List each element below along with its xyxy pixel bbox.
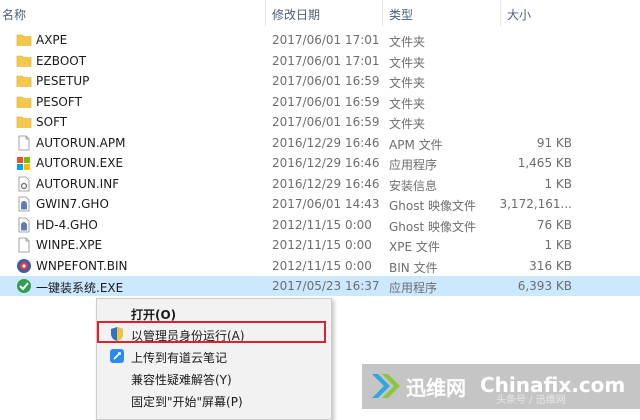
menu-item-label: 固定到"开始"屏幕(P) [131, 395, 243, 409]
watermark-brand-cn: 迅维网 [406, 376, 466, 400]
file-row[interactable]: AXPE 2017/06/01 17:01 文件夹 [0, 30, 640, 50]
file-size: 316 KB [529, 258, 572, 273]
youdao-note-icon [109, 348, 125, 364]
ghost-icon [16, 217, 32, 233]
file-row[interactable]: AUTORUN.EXE 2016/12/29 16:46 应用程序 1,465 KB [0, 153, 640, 173]
file-name: HD-4.GHO [36, 217, 98, 232]
file-date: 2017/06/01 14:43 [272, 197, 380, 211]
file-type: 文件夹 [389, 55, 426, 70]
file-date: 2017/06/01 16:59 [272, 115, 380, 129]
column-header: ^ 名称 修改日期 类型 大小 [0, 0, 640, 26]
file-row[interactable]: AUTORUN.INF 2016/12/29 16:46 安装信息 1 KB [0, 174, 640, 194]
file-type: 文件夹 [389, 76, 426, 90]
file-row[interactable]: AUTORUN.APM 2016/12/29 16:46 APM 文件 91 KB [0, 133, 640, 153]
menu-item-label: 上传到有道云笔记 [131, 351, 228, 365]
file-date: 2012/11/15 0:00 [272, 217, 372, 232]
column-header-date[interactable]: 修改日期 [272, 6, 320, 23]
column-header-size[interactable]: 大小 [507, 6, 531, 23]
file-type: 文件夹 [389, 96, 426, 111]
file-type: Ghost 映像文件 [389, 199, 477, 213]
file-type: XPE 文件 [389, 240, 440, 254]
file-icon [16, 135, 32, 151]
file-icon [16, 237, 32, 253]
file-date: 2017/06/01 16:59 [272, 94, 380, 109]
file-date: 2017/05/23 16:37 [272, 279, 380, 293]
file-name: WNPEFONT.BIN [36, 258, 128, 273]
file-date: 2012/11/15 0:00 [272, 238, 372, 252]
watermark: 迅维网 Chinafix.com 头条号 / 迅维网 [362, 364, 640, 409]
file-size: 1 KB [544, 176, 572, 191]
exe-icon [16, 155, 32, 171]
file-type: 文件夹 [389, 35, 426, 49]
bin-icon [16, 258, 32, 274]
file-size: 1,465 KB [517, 156, 572, 170]
file-date: 2012/11/15 0:00 [272, 258, 372, 273]
file-type: BIN 文件 [389, 260, 438, 275]
watermark-subtitle: 头条号 / 迅维网 [496, 395, 566, 406]
file-row[interactable]: HD-4.GHO 2012/11/15 0:00 Ghost 映像文件 76 KB [0, 215, 640, 235]
file-date: 2017/06/01 16:59 [272, 74, 380, 88]
file-size: 6,393 KB [517, 279, 572, 293]
menu-item-upload-youdao[interactable]: 上传到有道云笔记 [97, 345, 331, 367]
file-name: WINPE.XPE [36, 238, 103, 252]
column-divider[interactable] [265, 0, 266, 26]
file-type: 文件夹 [389, 117, 426, 131]
file-row[interactable]: 一键装系统.EXE 2017/05/23 16:37 应用程序 6,393 KB [0, 276, 640, 296]
column-header-name[interactable]: 名称 [2, 6, 26, 23]
file-type: 安装信息 [389, 178, 438, 193]
file-name: AUTORUN.APM [36, 135, 126, 150]
file-date: 2017/06/01 17:01 [272, 33, 380, 47]
installer-icon [16, 278, 32, 294]
column-header-type[interactable]: 类型 [389, 6, 413, 23]
file-size: 1 KB [544, 238, 572, 252]
file-size: 76 KB [536, 217, 572, 232]
file-name: PESETUP [36, 74, 90, 88]
folder-icon [16, 73, 32, 89]
file-row[interactable]: WINPE.XPE 2012/11/15 0:00 XPE 文件 1 KB [0, 235, 640, 255]
file-name: PESOFT [36, 94, 82, 109]
folder-icon [16, 32, 32, 48]
file-name: AUTORUN.INF [36, 176, 120, 191]
file-name: SOFT [36, 115, 68, 129]
file-row[interactable]: SOFT 2017/06/01 16:59 文件夹 [0, 112, 640, 132]
file-name: 一键装系统.EXE [36, 281, 124, 295]
menu-item-label: 兼容性疑难解答(Y) [131, 373, 232, 387]
file-name: GWIN7.GHO [36, 197, 109, 211]
file-type: 应用程序 [389, 281, 438, 295]
folder-icon [16, 94, 32, 110]
file-type: Ghost 映像文件 [389, 219, 477, 234]
settings-file-icon [16, 176, 32, 192]
file-date: 2016/12/29 16:46 [272, 156, 380, 170]
sort-ascending-icon: ^ [131, 0, 140, 7]
file-row[interactable]: WNPEFONT.BIN 2012/11/15 0:00 BIN 文件 316 KB [0, 256, 640, 276]
file-type: APM 文件 [389, 137, 443, 152]
file-name: EZBOOT [36, 53, 87, 68]
file-name: AUTORUN.EXE [36, 156, 124, 170]
file-size: 3,172,161... [499, 197, 572, 211]
ghost-icon [16, 196, 32, 212]
file-row[interactable]: GWIN7.GHO 2017/06/01 14:43 Ghost 映像文件 3,172… [0, 194, 640, 214]
folder-icon [16, 53, 32, 69]
file-row[interactable]: PESOFT 2017/06/01 16:59 文件夹 [0, 92, 640, 112]
menu-item-compat-troubleshoot[interactable]: 兼容性疑难解答(Y) [97, 367, 331, 389]
file-type: 应用程序 [389, 158, 438, 172]
column-divider[interactable] [500, 0, 501, 26]
file-date: 2016/12/29 16:46 [272, 135, 380, 150]
file-date: 2016/12/29 16:46 [272, 176, 380, 191]
file-row[interactable]: PESETUP 2017/06/01 16:59 文件夹 [0, 71, 640, 91]
context-menu: 打开(O) 以管理员身份运行(A) 上传到有道云笔记 兼容性疑难解答(Y) 固定到"开始… [96, 298, 332, 420]
file-size: 91 KB [536, 135, 572, 150]
chinafix-logo-icon [372, 374, 400, 398]
file-date: 2017/06/01 17:01 [272, 53, 380, 68]
file-row[interactable]: EZBOOT 2017/06/01 17:01 文件夹 [0, 51, 640, 71]
file-name: AXPE [36, 33, 68, 47]
run-as-admin-highlight [97, 321, 326, 343]
folder-icon [16, 114, 32, 130]
column-divider[interactable] [382, 0, 383, 26]
menu-item-pin-to-start[interactable]: 固定到"开始"屏幕(P) [97, 389, 331, 411]
